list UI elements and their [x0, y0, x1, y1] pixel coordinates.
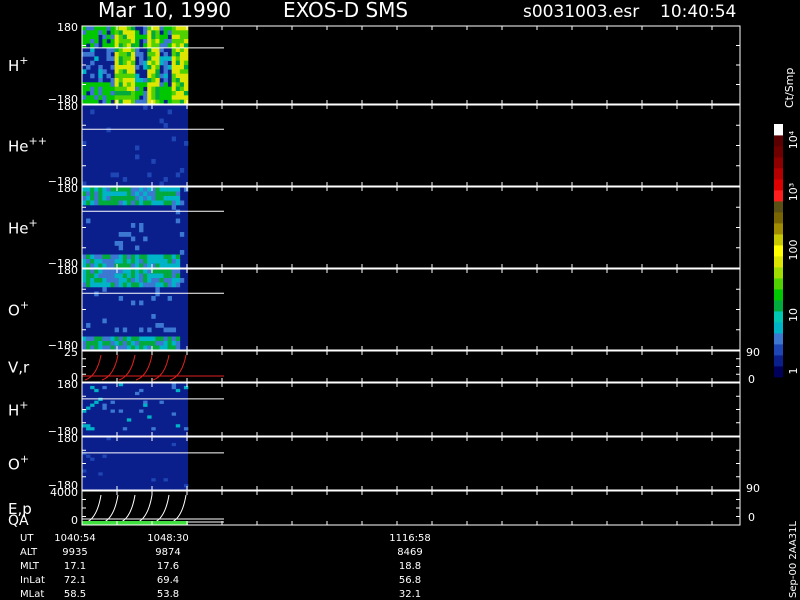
y-max-label: 180 [57, 100, 78, 113]
colorbar-swatch [774, 190, 783, 202]
colorbar-swatch [774, 333, 783, 345]
version-label: Sep-00 2AA31L [788, 521, 799, 598]
colorbar-swatch [774, 201, 783, 213]
footer-value: 9935 [62, 547, 87, 558]
colorbar-swatch [774, 289, 783, 301]
colorbar-swatch [774, 124, 783, 136]
y-max-label: 180 [57, 264, 78, 277]
footer-label: InLat [20, 575, 45, 586]
side-label-90-vr: 90 [746, 346, 760, 359]
y-max-label: 180 [57, 378, 78, 391]
y-max-label: 180 [57, 21, 78, 34]
footer-value: 72.1 [64, 575, 86, 586]
colorbar-swatch [774, 322, 783, 334]
footer-value: 1116:58 [389, 533, 431, 544]
footer-value: 9874 [155, 547, 180, 558]
sms-spectrogram-chart: Mar 10, 1990 EXOS-D SMS s0031003.esr 10:… [0, 0, 800, 600]
colorbar-swatch [774, 135, 783, 147]
y-max-label: 25 [64, 346, 78, 359]
colorbar-swatch [774, 146, 783, 158]
footer-value: 18.8 [399, 561, 421, 572]
colorbar-swatch [774, 157, 783, 169]
colorbar-label: 10⁴ [787, 130, 800, 149]
footer-value: 32.1 [399, 589, 421, 600]
footer-value: 58.5 [64, 589, 86, 600]
header-mission: EXOS-D SMS [283, 0, 408, 22]
side-label-90-ep: 90 [746, 482, 760, 495]
colorbar-unit: Ct/Smp [783, 68, 796, 108]
colorbar-swatch [774, 179, 783, 191]
footer-value: 56.8 [399, 575, 421, 586]
colorbar-label: 1 [787, 368, 800, 375]
colorbar-swatch [774, 245, 783, 257]
colorbar-swatch [774, 256, 783, 268]
colorbar-swatch [774, 223, 783, 235]
panel-extra-label: QA [8, 513, 29, 529]
footer-label: UT [20, 533, 34, 544]
colorbar-swatch [774, 278, 783, 290]
colorbar-swatch [774, 344, 783, 356]
y-max-label: 180 [57, 432, 78, 445]
colorbar-swatch [774, 300, 783, 312]
header-time: 10:40:54 [660, 2, 736, 22]
footer-value: 1040:54 [54, 533, 96, 544]
footer-label: ALT [20, 547, 38, 558]
footer-value: 17.1 [64, 561, 86, 572]
panel-label-v-r: V,r [8, 359, 30, 377]
colorbar-swatch [774, 168, 783, 180]
header-date: Mar 10, 1990 [98, 0, 231, 22]
footer-value: 17.6 [157, 561, 179, 572]
colorbar-swatch [774, 355, 783, 367]
colorbar-label: 10 [787, 308, 800, 322]
y-max-label: 180 [57, 182, 78, 195]
footer-value: 69.4 [157, 575, 179, 586]
colorbar-swatch [774, 234, 783, 246]
footer-value: 53.8 [157, 589, 179, 600]
footer-value: 8469 [397, 547, 422, 558]
colorbar-swatch [774, 311, 783, 323]
footer-label: MLat [20, 589, 44, 600]
side-label-0-ep: 0 [748, 511, 755, 524]
colorbar-label: 100 [787, 240, 800, 261]
y-max-label: 4000 [50, 486, 78, 499]
colorbar-swatch [774, 267, 783, 279]
y-min-label: 0 [71, 514, 78, 527]
footer-value: 1048:30 [147, 533, 189, 544]
header-file: s0031003.esr [523, 2, 639, 22]
colorbar-swatch [774, 366, 783, 378]
side-label-0-vr: 0 [748, 373, 755, 386]
footer-label: MLT [20, 561, 40, 572]
colorbar-label: 10³ [787, 183, 800, 201]
colorbar-swatch [774, 212, 783, 224]
